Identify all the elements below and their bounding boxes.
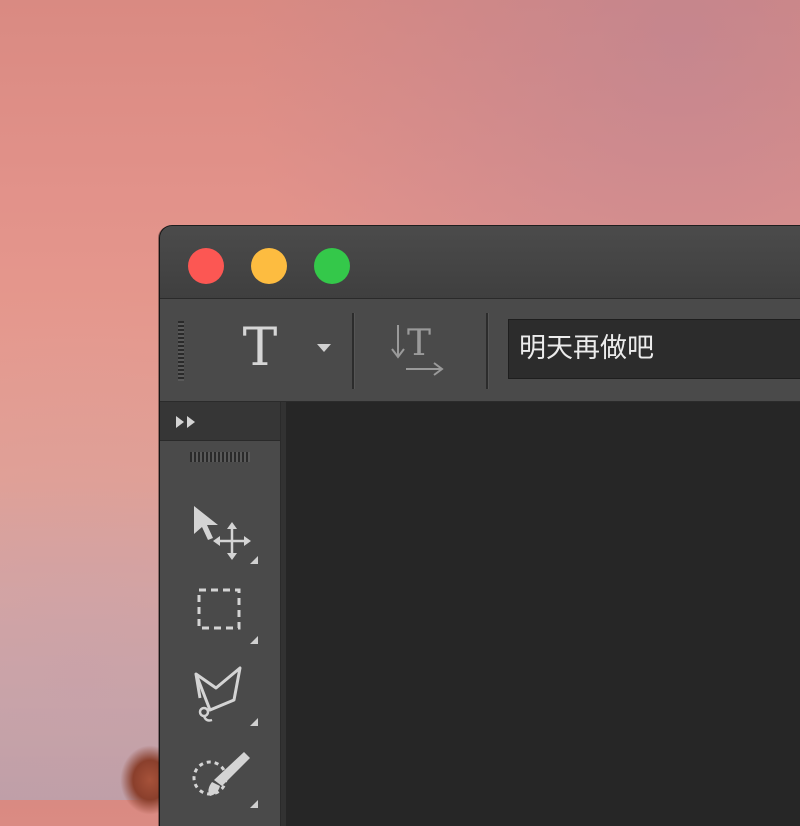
document-canvas[interactable] [286,402,800,826]
tool-group-indicator [250,718,258,726]
move-tool-icon [194,506,251,560]
minimize-window-button[interactable] [251,248,287,284]
tool-group-indicator [250,800,258,808]
quick-selection-tool-button[interactable] [186,742,258,808]
title-bar[interactable] [160,226,800,299]
close-window-button[interactable] [188,248,224,284]
quick-selection-tool-icon [192,752,250,796]
toolbar-divider [352,313,355,389]
lasso-tool-button[interactable] [186,660,258,726]
double-chevron-right-icon[interactable] [174,414,200,428]
move-tool-button[interactable] [186,498,258,564]
chevron-down-icon[interactable] [317,344,331,352]
rectangular-marquee-tool-button[interactable] [186,578,258,644]
type-tool-preset-icon[interactable]: T [238,313,282,383]
text-content-field[interactable]: 明天再做吧 [508,319,800,379]
tool-group-indicator [250,556,258,564]
tool-group-indicator [250,636,258,644]
lasso-tool-icon [194,666,242,722]
maximize-window-button[interactable] [314,248,350,284]
app-window: T T 明天再做吧 [160,226,800,826]
tools-panel-header[interactable] [160,402,280,441]
svg-text:T: T [407,323,431,364]
options-bar-grip[interactable] [178,321,184,381]
tools-panel-grip[interactable] [190,452,250,462]
tools-panel [160,402,281,826]
toggle-text-orientation-icon[interactable]: T [388,317,452,383]
rectangular-marquee-tool-icon [197,588,241,630]
tool-options-bar: T T 明天再做吧 [160,299,800,402]
toolbar-divider [486,313,489,389]
